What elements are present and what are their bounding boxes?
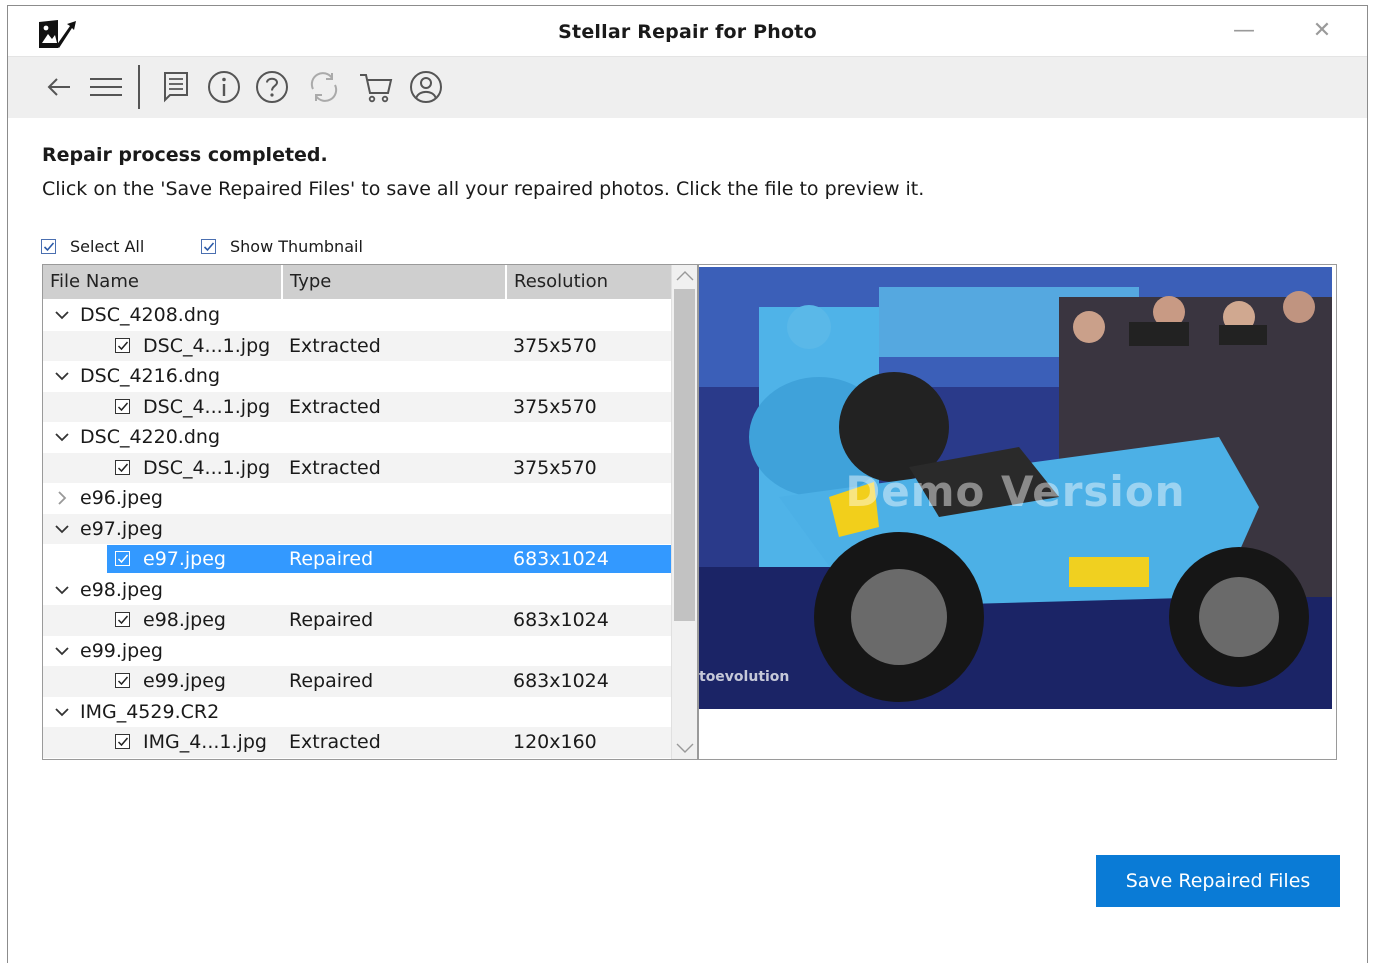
file-checkbox[interactable] (115, 459, 130, 475)
chevron-down-icon[interactable] (53, 514, 71, 544)
file-checkbox[interactable] (115, 337, 130, 353)
minimize-button[interactable]: — (1229, 16, 1259, 46)
file-resolution: 683x1024 (513, 609, 609, 631)
file-name: DSC_4...1.jpg (143, 456, 271, 479)
title-bar: Stellar Repair for Photo — ✕ (8, 6, 1367, 56)
file-row[interactable]: IMG_4...1.jpg Extracted 120x160 (43, 727, 671, 758)
window-title: Stellar Repair for Photo (558, 21, 817, 43)
file-checkbox[interactable] (115, 734, 130, 749)
file-type: Repaired (289, 670, 374, 692)
file-list-header: File Name Type Resolution (43, 265, 671, 299)
file-resolution: 375x570 (513, 334, 597, 357)
file-type: Extracted (289, 334, 381, 357)
help-icon[interactable] (254, 69, 290, 105)
folder-row[interactable]: e98.jpeg (43, 575, 671, 606)
app-window: Stellar Repair for Photo — ✕ Repair proc… (7, 5, 1368, 963)
file-type: Extracted (289, 456, 381, 479)
select-all-checkbox[interactable]: Select All (41, 236, 144, 256)
file-type: Extracted (289, 731, 381, 753)
file-resolution: 683x1024 (513, 670, 609, 692)
image-watermark: toevolution (699, 669, 790, 685)
file-name: DSC_4...1.jpg (143, 334, 271, 357)
folder-name: DSC_4216.dng (80, 365, 221, 387)
folder-row[interactable]: DSC_4220.dng (43, 422, 671, 453)
chevron-down-icon[interactable] (53, 575, 71, 605)
file-checkbox[interactable] (115, 551, 130, 566)
info-icon[interactable] (206, 69, 242, 105)
file-resolution: 120x160 (513, 731, 597, 753)
column-type[interactable]: Type (283, 265, 507, 299)
back-arrow-icon[interactable] (42, 69, 78, 105)
cart-icon[interactable] (358, 69, 394, 105)
status-message: Click on the 'Save Repaired Files' to sa… (42, 178, 925, 200)
file-row[interactable]: e99.jpeg Repaired 683x1024 (43, 666, 671, 697)
scroll-thumb[interactable] (674, 289, 695, 621)
file-row[interactable]: DSC_4...1.jpg Extracted 375x570 (43, 330, 671, 361)
chevron-down-icon[interactable] (53, 361, 71, 391)
menu-icon[interactable] (88, 69, 124, 105)
folder-row[interactable]: DSC_4208.dng (43, 300, 671, 331)
save-repaired-files-button[interactable]: Save Repaired Files (1096, 855, 1340, 907)
file-name: IMG_4...1.jpg (143, 731, 267, 753)
file-resolution: 375x570 (513, 395, 597, 418)
account-icon[interactable] (408, 69, 444, 105)
file-rows: DSC_4208.dng DSC_4...1.jpg Extracted 375… (43, 300, 671, 758)
file-type: Repaired (289, 609, 374, 631)
file-name: e97.jpeg (143, 548, 226, 570)
select-all-check-box[interactable] (41, 238, 56, 254)
chevron-down-icon[interactable] (53, 697, 71, 727)
file-row-selected[interactable]: e97.jpeg Repaired 683x1024 (43, 544, 671, 575)
file-name: DSC_4...1.jpg (143, 395, 271, 418)
folder-row[interactable]: e96.jpeg (43, 483, 671, 514)
scroll-down-icon[interactable] (672, 737, 698, 759)
column-file-name[interactable]: File Name (43, 265, 283, 299)
file-checkbox[interactable] (115, 612, 130, 627)
report-icon[interactable] (158, 69, 194, 105)
preview-image: Demo Version toevolution (699, 267, 1332, 709)
file-name: e98.jpeg (143, 609, 226, 631)
chevron-down-icon[interactable] (53, 636, 71, 666)
folder-row[interactable]: DSC_4216.dng (43, 361, 671, 392)
folder-name: e97.jpeg (80, 517, 163, 540)
refresh-icon[interactable] (306, 69, 342, 105)
show-thumbnail-label: Show Thumbnail (230, 236, 363, 256)
file-checkbox[interactable] (115, 673, 130, 688)
file-row[interactable]: e98.jpeg Repaired 683x1024 (43, 605, 671, 636)
folder-name: DSC_4208.dng (80, 304, 221, 326)
file-type: Extracted (289, 395, 381, 418)
file-list: File Name Type Resolution DSC_4208.dng D… (42, 264, 698, 760)
show-thumbnail-checkbox[interactable]: Show Thumbnail (201, 236, 363, 256)
show-thumbnail-check-box[interactable] (201, 238, 216, 254)
folder-row[interactable]: IMG_4529.CR2 (43, 697, 671, 728)
folder-name: e96.jpeg (80, 487, 163, 509)
folder-row[interactable]: e99.jpeg (43, 636, 671, 667)
chevron-down-icon[interactable] (53, 422, 71, 452)
chevron-right-icon[interactable] (53, 483, 71, 513)
folder-name: DSC_4220.dng (80, 426, 221, 448)
file-row[interactable]: DSC_4...1.jpg Extracted 375x570 (43, 452, 671, 483)
select-all-label: Select All (70, 236, 145, 256)
toolbar (8, 56, 1367, 118)
file-list-scrollbar[interactable] (671, 265, 697, 759)
preview-pane: Demo Version toevolution (698, 264, 1337, 760)
file-resolution: 683x1024 (513, 548, 609, 570)
chevron-down-icon[interactable] (53, 300, 71, 330)
file-checkbox[interactable] (115, 398, 130, 414)
file-row[interactable]: DSC_4...1.jpg Extracted 375x570 (43, 391, 671, 422)
folder-name: e98.jpeg (80, 578, 163, 601)
folder-name: IMG_4529.CR2 (80, 700, 220, 723)
file-resolution: 375x570 (513, 456, 597, 479)
file-type: Repaired (289, 548, 374, 570)
scroll-up-icon[interactable] (672, 265, 698, 287)
toolbar-separator (138, 65, 140, 109)
status-heading: Repair process completed. (42, 144, 328, 166)
demo-version-overlay: Demo Version (845, 467, 1186, 516)
folder-row[interactable]: e97.jpeg (43, 513, 671, 544)
folder-name: e99.jpeg (80, 639, 163, 662)
close-button[interactable]: ✕ (1307, 16, 1337, 46)
column-resolution[interactable]: Resolution (507, 265, 671, 299)
file-name: e99.jpeg (143, 670, 226, 692)
